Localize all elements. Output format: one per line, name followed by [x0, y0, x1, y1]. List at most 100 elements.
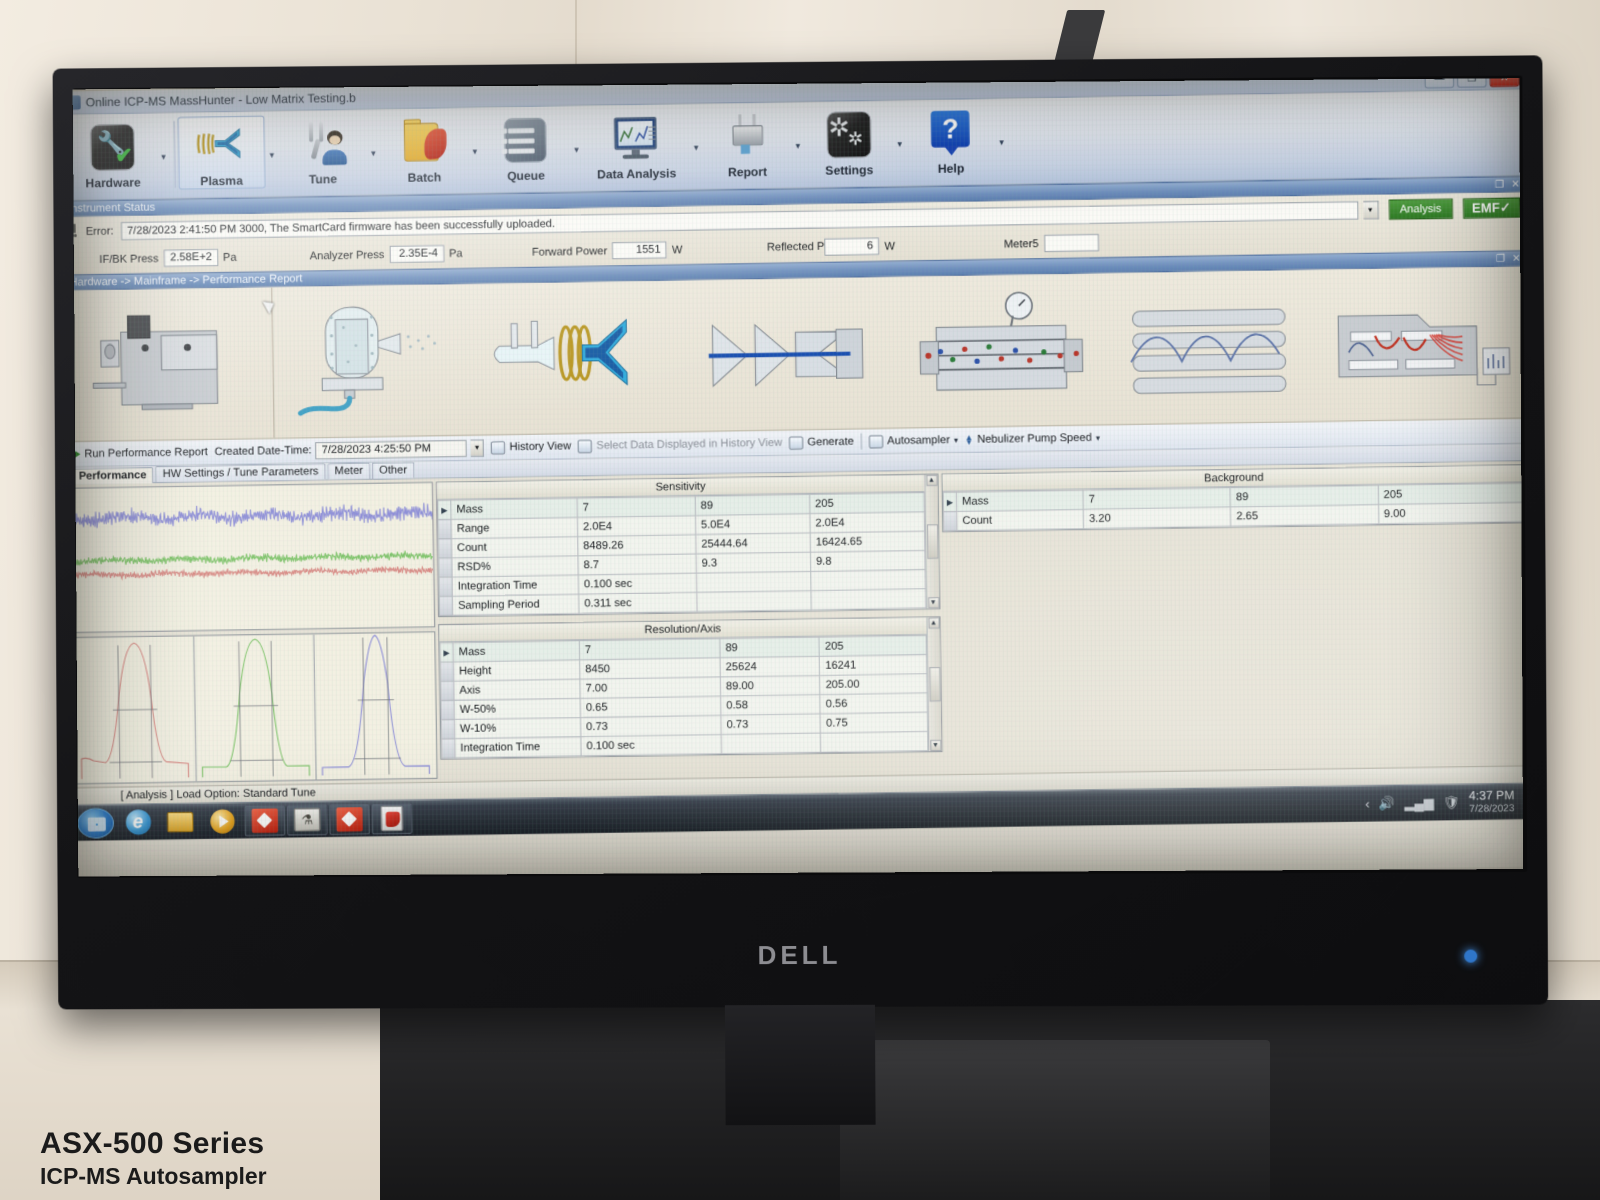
autosampler-icon[interactable]	[73, 287, 275, 441]
nebulizer-pump-speed-dropdown[interactable]: ▲▼ Nebulizer Pump Speed ▾	[965, 432, 1100, 446]
scrollbar-thumb[interactable]	[926, 524, 938, 559]
analysis-button[interactable]: Analysis	[1388, 199, 1452, 220]
tables-column-middle: Sensitivity ▶ Mass 7 89 205	[436, 474, 943, 779]
quadrupole-rods-icon[interactable]	[1108, 270, 1320, 424]
autosampler-dropdown[interactable]: Autosampler ▾	[869, 433, 958, 448]
ribbon-button-plasma[interactable]: Plasma	[177, 116, 265, 190]
show-hidden-icon[interactable]: ‹	[1365, 796, 1370, 811]
scrollbar-thumb[interactable]	[929, 667, 941, 702]
panel-restore-icon[interactable]: ❐	[1495, 179, 1504, 190]
error-dropdown-icon[interactable]: ▼	[1363, 201, 1379, 220]
scroll-down-icon[interactable]: ▼	[928, 597, 939, 608]
internet-explorer-icon[interactable]	[118, 807, 159, 838]
instrument-control-icon[interactable]: ⚗	[287, 804, 328, 835]
cell-value: 205.00	[820, 674, 927, 695]
resolution-axis-scrollbar[interactable]: ▲ ▼	[926, 617, 941, 751]
maximize-button[interactable]: ❐	[1457, 78, 1487, 87]
row-selector[interactable]	[439, 596, 452, 615]
ion-lens-collision-cell-icon[interactable]	[898, 273, 1109, 427]
ribbon-group-settings: ✲ ✲ Settings ▾	[805, 104, 908, 179]
row-selector-icon[interactable]: ▶	[943, 492, 956, 511]
row-selector[interactable]	[441, 681, 454, 700]
masshunter-red-icon-2[interactable]	[329, 804, 370, 835]
chevron-down-icon-report[interactable]: ▾	[791, 141, 806, 152]
mass-peak-profiles-chart[interactable]	[73, 631, 438, 784]
detector-icon[interactable]	[1317, 266, 1523, 421]
row-selector[interactable]	[441, 700, 454, 719]
power-led-icon[interactable]	[1464, 950, 1477, 963]
row-selector[interactable]	[438, 519, 451, 538]
ribbon-button-settings[interactable]: ✲ ✲ Settings	[805, 105, 893, 179]
chevron-down-icon-nebulizer[interactable]: ▾	[1096, 433, 1100, 442]
cell-value	[821, 731, 928, 752]
scroll-up-icon[interactable]: ▲	[928, 617, 939, 628]
hardware-panel-restore-icon[interactable]: ❐	[1496, 253, 1505, 264]
network-icon[interactable]: ▂▄▆	[1404, 795, 1434, 812]
row-selector[interactable]	[438, 539, 451, 558]
cell-value: 89.00	[720, 675, 820, 696]
interface-cones-icon[interactable]	[690, 277, 901, 431]
select-data-icon	[578, 439, 592, 452]
tab-performance[interactable]: Performance	[73, 467, 154, 484]
run-performance-report-button[interactable]: Run Performance Report	[73, 446, 208, 460]
chevron-down-icon-hardware[interactable]: ▾	[156, 152, 171, 163]
adobe-reader-icon[interactable]	[371, 803, 412, 834]
taskbar-clock[interactable]: 4:37 PM 7/28/2023	[1469, 788, 1515, 815]
history-view-icon	[491, 441, 505, 454]
chevron-down-icon-help[interactable]: ▾	[994, 137, 1009, 148]
torch-plasma-icon[interactable]	[481, 280, 692, 434]
scroll-down-icon[interactable]: ▼	[930, 740, 941, 751]
chevron-down-icon-plasma[interactable]: ▾	[264, 150, 279, 161]
ribbon-button-data-analysis[interactable]: Data Analysis	[583, 108, 689, 183]
folder-explorer-icon[interactable]	[160, 806, 201, 837]
tab-hw-settings-tune-parameters[interactable]: HW Settings / Tune Parameters	[155, 463, 325, 482]
chevron-down-icon-data-analysis[interactable]: ▾	[689, 142, 704, 153]
tab-other[interactable]: Other	[372, 462, 414, 479]
ribbon-button-help[interactable]: ? Help	[907, 103, 995, 177]
tab-meter[interactable]: Meter	[328, 463, 371, 480]
chevron-down-icon-autosampler[interactable]: ▾	[954, 435, 958, 444]
created-date-time-input[interactable]: 7/28/2023 4:25:50 PM	[316, 439, 468, 459]
emf-button[interactable]: EMF✓	[1463, 197, 1521, 218]
media-player-icon[interactable]	[202, 805, 243, 836]
ribbon-group-data-analysis: Data Analysis ▾	[583, 108, 704, 183]
ribbon-button-hardware[interactable]: 🔧 ✔ Hardware	[73, 117, 157, 191]
row-selector[interactable]	[440, 662, 453, 681]
hardware-panel-close-icon[interactable]: ✕	[1512, 253, 1521, 264]
history-view-button[interactable]: History View	[491, 440, 571, 454]
signal-stability-chart[interactable]	[73, 482, 436, 633]
row-selector[interactable]	[943, 511, 956, 530]
chevron-down-icon-queue[interactable]: ▾	[569, 144, 584, 155]
row-selector-icon[interactable]: ▶	[438, 500, 451, 519]
scroll-up-icon[interactable]: ▲	[926, 475, 937, 486]
row-selector[interactable]	[442, 739, 455, 758]
panel-close-icon[interactable]: ✕	[1511, 179, 1520, 190]
ribbon-button-tune[interactable]: Tune	[279, 114, 367, 188]
masshunter-red-icon[interactable]	[244, 805, 285, 836]
chevron-down-icon-settings[interactable]: ▾	[892, 139, 907, 150]
select-data-displayed-button[interactable]: Select Data Displayed in History View	[578, 436, 782, 452]
up-down-arrows-icon: ▲▼	[965, 435, 973, 445]
ribbon-button-report[interactable]: Report	[703, 106, 791, 180]
ribbon-button-queue[interactable]: Queue	[482, 110, 570, 184]
volume-icon[interactable]: 🔊	[1379, 795, 1396, 811]
row-selector[interactable]	[439, 558, 452, 577]
cell-value	[721, 733, 821, 754]
row-selector[interactable]	[439, 577, 452, 596]
start-orb-icon[interactable]	[77, 807, 114, 838]
chevron-down-icon-tune[interactable]: ▾	[366, 148, 381, 159]
generate-button[interactable]: Generate	[789, 435, 854, 449]
ribbon-label-data-analysis: Data Analysis	[597, 166, 676, 182]
created-date-time-dropdown-icon[interactable]: ▼	[471, 439, 484, 456]
nebulizer-spray-chamber-icon[interactable]	[273, 284, 484, 438]
minimize-button[interactable]: —	[1424, 78, 1454, 88]
row-selector-icon[interactable]: ▶	[440, 643, 453, 662]
row-selector[interactable]	[441, 719, 454, 738]
security-icon[interactable]: 🛡	[1443, 794, 1460, 810]
sensitivity-scrollbar[interactable]: ▲ ▼	[924, 475, 939, 609]
ribbon-button-batch[interactable]: Batch	[380, 112, 468, 186]
error-indicator-icon	[73, 224, 81, 240]
close-button[interactable]: ✕	[1490, 78, 1520, 87]
cell-value: 0.100 sec	[581, 735, 722, 756]
chevron-down-icon-batch[interactable]: ▾	[467, 146, 482, 157]
